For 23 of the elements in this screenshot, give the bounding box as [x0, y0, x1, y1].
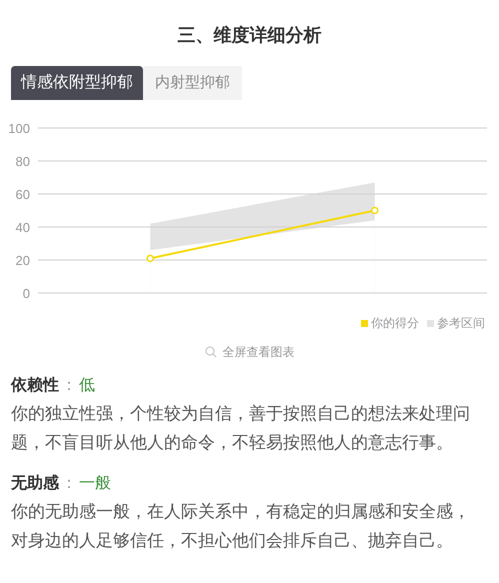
- dimension-level: 低: [79, 376, 95, 396]
- axis-tick-label: 100: [8, 121, 30, 136]
- fullscreen-chart-link[interactable]: 全屏查看图表: [222, 343, 294, 361]
- dimension-level: 一般: [79, 474, 111, 494]
- data-point: [371, 206, 378, 214]
- axis-tick-label: 40: [16, 220, 30, 235]
- label-separator: ：: [60, 376, 78, 396]
- dimension-label: 依赖性: [11, 376, 59, 396]
- tab[interactable]: 内射型抑郁: [143, 66, 242, 100]
- legend-label: 你的得分: [371, 315, 419, 332]
- data-point: [146, 254, 154, 262]
- dimension-description: 你的无助感一般，在人际关系中，有稳定的归属感和安全感，对身边的人足够信任，不担心他们会排斥自己、抛弃自己。: [11, 501, 471, 552]
- search-icon: [204, 346, 216, 358]
- dimension-description: 你的独立性强，个性较为自信，善于按照自己的想法来处理问题，不盲目听从他人的命令，不轻易按照他人的意志行事。: [11, 403, 471, 454]
- axis-tick-label: 0: [22, 286, 30, 301]
- section-title: 三、维度详细分析: [176, 24, 322, 47]
- legend-label: 参考区间: [437, 315, 485, 332]
- label-separator: ：: [60, 474, 78, 494]
- tab[interactable]: 情感依附型抑郁: [11, 66, 143, 100]
- axis-tick-label: 60: [16, 187, 30, 202]
- dimension-label: 无助感: [11, 474, 59, 494]
- axis-tick-label: 80: [16, 154, 30, 169]
- axis-tick-label: 20: [16, 253, 30, 268]
